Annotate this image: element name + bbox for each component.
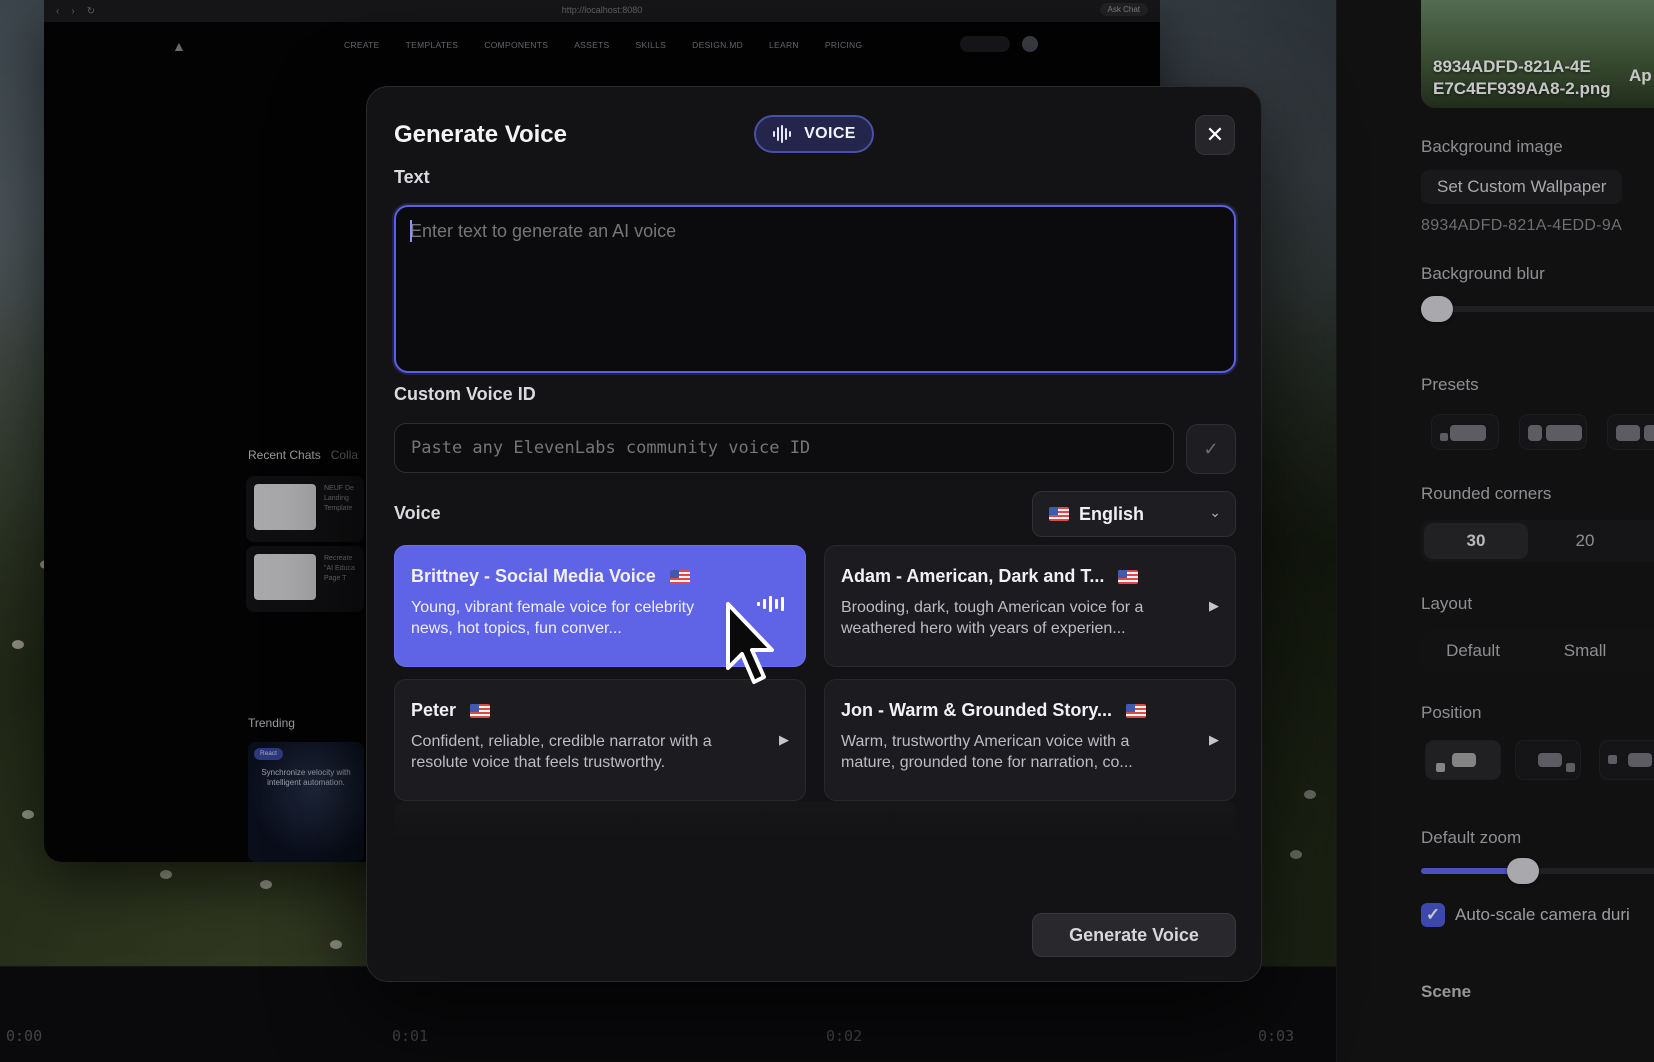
- verify-voice-id-button[interactable]: ✓: [1186, 424, 1236, 474]
- close-button[interactable]: ✕: [1195, 115, 1235, 155]
- custom-voice-id-label: Custom Voice ID: [394, 384, 536, 404]
- close-icon: ✕: [1205, 122, 1225, 147]
- dialog-title: Generate Voice: [394, 121, 567, 148]
- check-circle-icon: ✓: [1203, 439, 1219, 459]
- voice-badge-label: VOICE: [804, 125, 856, 142]
- voice-name: Peter: [411, 700, 457, 720]
- play-icon[interactable]: ▶: [1209, 732, 1219, 748]
- voice-description: Confident, reliable, credible narrator w…: [411, 733, 712, 771]
- us-flag-icon: [669, 569, 690, 584]
- text-label: Text: [394, 167, 430, 187]
- voice-description: Brooding, dark, tough American voice for…: [841, 599, 1144, 637]
- play-icon[interactable]: ▶: [779, 732, 789, 748]
- voice-list-fade: [394, 801, 1236, 841]
- voice-name: Brittney - Social Media Voice: [411, 566, 656, 586]
- language-value: English: [1079, 503, 1145, 524]
- us-flag-icon: [1126, 703, 1147, 718]
- voice-badge: VOICE: [754, 115, 874, 153]
- generate-voice-dialog: Generate Voice VOICE ✕ Text Custom Voice…: [366, 86, 1262, 982]
- us-flag-icon: [1049, 507, 1069, 521]
- text-cursor: [410, 220, 412, 242]
- language-select[interactable]: English ⌄: [1032, 491, 1236, 537]
- generate-voice-button[interactable]: Generate Voice: [1032, 913, 1236, 957]
- voice-label: Voice: [394, 503, 441, 523]
- voice-card-peter[interactable]: Peter Confident, reliable, credible narr…: [394, 679, 806, 801]
- voice-name: Adam - American, Dark and T...: [841, 566, 1105, 586]
- custom-voice-id-input[interactable]: [394, 423, 1174, 473]
- voice-card-jon[interactable]: Jon - Warm & Grounded Story... Warm, tru…: [824, 679, 1236, 801]
- voice-card-adam[interactable]: Adam - American, Dark and T... Brooding,…: [824, 545, 1236, 667]
- voice-description: Warm, trustworthy American voice with a …: [841, 733, 1133, 771]
- us-flag-icon: [470, 703, 491, 718]
- waveform-icon: [773, 125, 792, 143]
- mouse-cursor-icon: [726, 602, 774, 684]
- us-flag-icon: [1118, 569, 1139, 584]
- voice-description: Young, vibrant female voice for celebrit…: [411, 599, 695, 637]
- chevron-down-icon: ⌄: [1209, 504, 1221, 520]
- text-input[interactable]: [394, 205, 1236, 373]
- voice-name: Jon - Warm & Grounded Story...: [841, 700, 1113, 720]
- play-icon[interactable]: ▶: [1209, 598, 1219, 614]
